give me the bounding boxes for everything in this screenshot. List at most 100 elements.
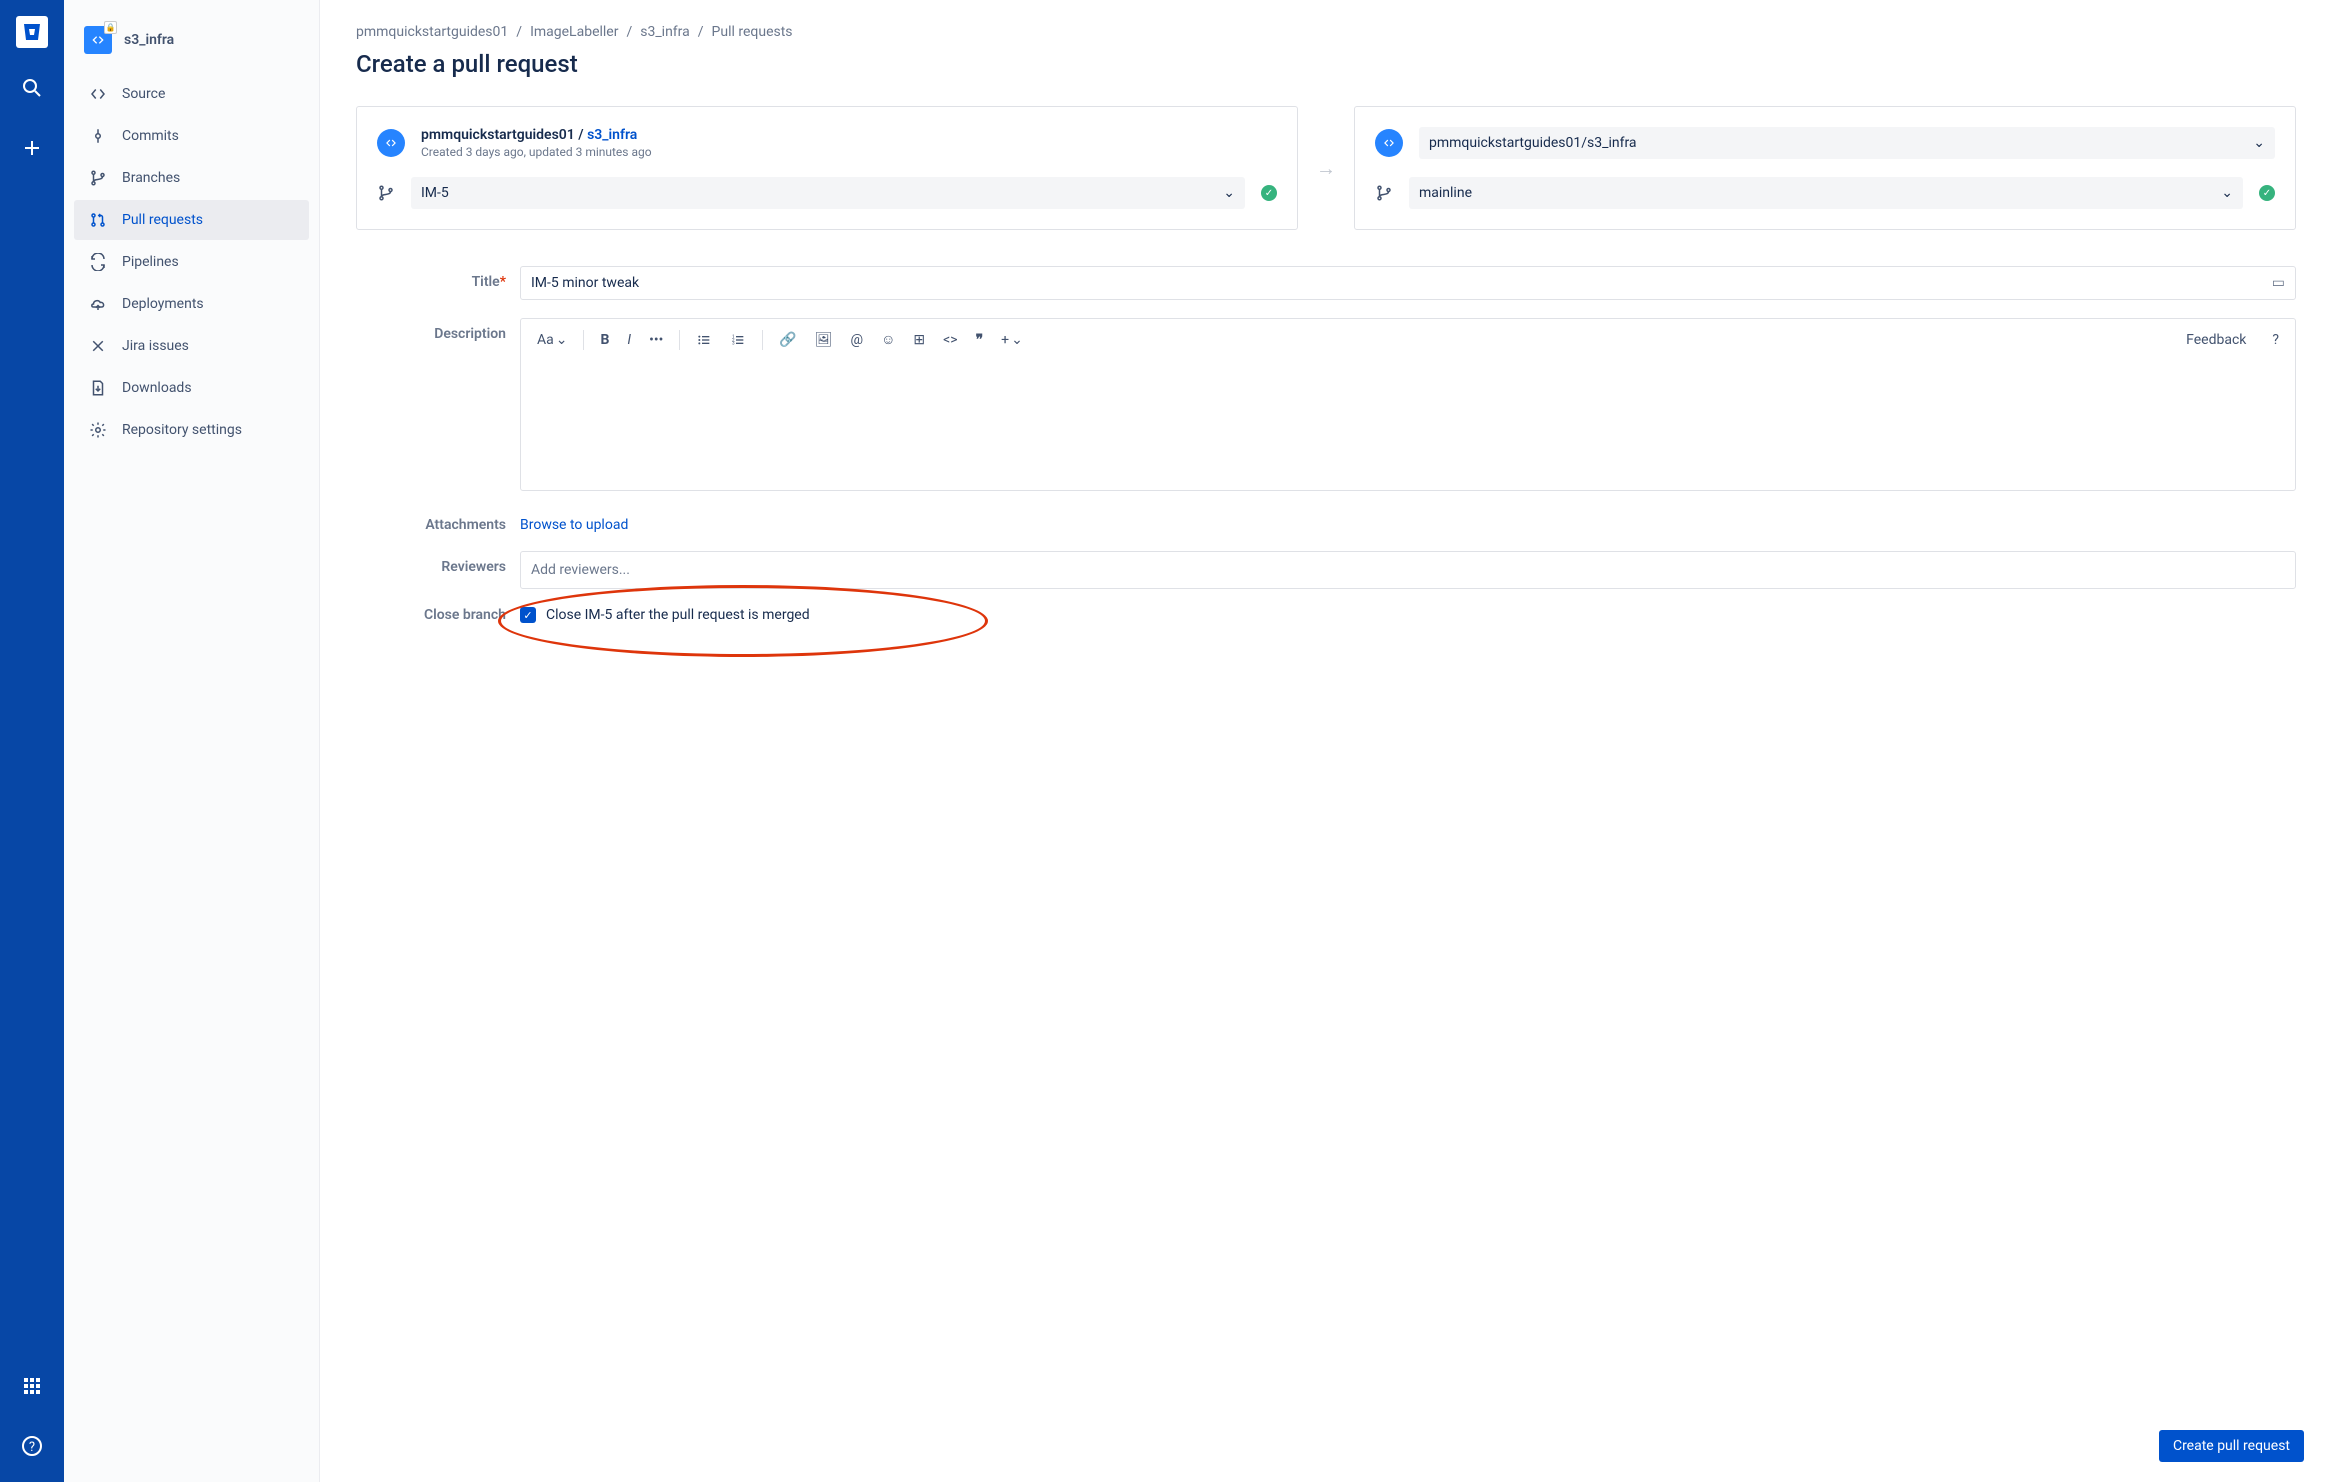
sidebar-item-label: Deployments xyxy=(122,296,204,312)
repo-link[interactable]: s3_infra xyxy=(587,127,637,143)
source-box: pmmquickstartguides01 / s3_infra Created… xyxy=(356,106,1298,230)
feedback-button[interactable]: Feedback xyxy=(2180,328,2252,352)
insert-button[interactable]: + ⌄ xyxy=(995,328,1029,352)
description-label: Description xyxy=(356,318,506,342)
code-icon xyxy=(377,129,405,157)
pull-requests-icon xyxy=(88,210,108,230)
title-input[interactable]: IM-5 minor tweak ▭ xyxy=(520,266,2296,300)
repo-title: s3_infra xyxy=(124,32,174,48)
dest-box: pmmquickstartguides01/s3_infra ⌄ mainlin… xyxy=(1354,106,2296,230)
gear-icon xyxy=(88,420,108,440)
downloads-icon xyxy=(88,378,108,398)
create-icon[interactable] xyxy=(12,128,52,168)
number-list-button[interactable]: 123 xyxy=(724,328,752,352)
status-success-icon: ✓ xyxy=(2259,185,2275,201)
more-formatting-button[interactable]: ••• xyxy=(643,328,669,352)
title-label: Title* xyxy=(356,266,506,290)
italic-button[interactable]: I xyxy=(621,328,637,352)
help-icon[interactable]: ? xyxy=(12,1426,52,1466)
bullet-list-button[interactable] xyxy=(690,328,718,352)
repo-icon: 🔒 xyxy=(84,26,112,54)
sidebar-item-deployments[interactable]: Deployments xyxy=(74,284,309,324)
link-button[interactable]: 🔗 xyxy=(773,328,802,352)
close-branch-checkbox[interactable]: ✓ xyxy=(520,607,536,623)
jira-icon xyxy=(88,336,108,356)
quote-button[interactable]: ❞ xyxy=(970,328,990,352)
dest-repo-select[interactable]: pmmquickstartguides01/s3_infra ⌄ xyxy=(1419,127,2275,159)
chevron-down-icon: ⌄ xyxy=(1223,185,1235,201)
bold-button[interactable]: B xyxy=(594,328,615,352)
chevron-down-icon: ⌄ xyxy=(1011,332,1023,348)
sidebar-item-branches[interactable]: Branches xyxy=(74,158,309,198)
sidebar-item-label: Branches xyxy=(122,170,180,186)
text-style-button[interactable]: Aa ⌄ xyxy=(531,328,573,352)
sidebar-nav: Source Commits Branches Pull requests Pi… xyxy=(74,74,309,450)
status-success-icon: ✓ xyxy=(1261,185,1277,201)
reviewers-label: Reviewers xyxy=(356,551,506,575)
svg-text:?: ? xyxy=(29,1440,35,1455)
sidebar-item-settings[interactable]: Repository settings xyxy=(74,410,309,450)
repo-header[interactable]: 🔒 s3_infra xyxy=(74,20,309,74)
browse-upload-link[interactable]: Browse to upload xyxy=(520,509,628,533)
reviewers-input[interactable]: Add reviewers... xyxy=(520,551,2296,589)
sidebar-item-label: Pull requests xyxy=(122,212,203,228)
lock-icon: 🔒 xyxy=(104,21,117,34)
mention-button[interactable]: @ xyxy=(845,328,870,352)
arrow-right-icon: → xyxy=(1316,156,1336,181)
chevron-down-icon: ⌄ xyxy=(2253,135,2265,151)
source-icon xyxy=(88,84,108,104)
source-repo-name: pmmquickstartguides01 / s3_infra xyxy=(421,127,652,143)
sidebar-item-jira[interactable]: Jira issues xyxy=(74,326,309,366)
contact-icon[interactable]: ▭ xyxy=(2272,275,2285,291)
code-button[interactable]: <> xyxy=(937,328,963,352)
description-editor: Aa ⌄ B I ••• 123 🔗 🖼 @ ☺ ⊞ <> ❞ + xyxy=(520,318,2296,491)
apps-icon[interactable] xyxy=(12,1366,52,1406)
sidebar-item-label: Source xyxy=(122,86,165,102)
description-textarea[interactable] xyxy=(521,360,2295,490)
commits-icon xyxy=(88,126,108,146)
sidebar-item-label: Pipelines xyxy=(122,254,179,270)
source-repo-meta: Created 3 days ago, updated 3 minutes ag… xyxy=(421,145,652,159)
page-title: Create a pull request xyxy=(356,50,2296,78)
branch-icon xyxy=(377,184,395,202)
table-button[interactable]: ⊞ xyxy=(907,328,931,352)
sidebar-item-label: Repository settings xyxy=(122,422,242,438)
code-icon xyxy=(1375,129,1403,157)
breadcrumb-item[interactable]: pmmquickstartguides01 xyxy=(356,24,508,40)
attachments-label: Attachments xyxy=(356,509,506,533)
bitbucket-logo[interactable] xyxy=(16,16,48,48)
close-branch-label: Close branch xyxy=(356,607,506,623)
sidebar-item-pipelines[interactable]: Pipelines xyxy=(74,242,309,282)
main-content: pmmquickstartguides01/ ImageLabeller/ s3… xyxy=(320,0,2332,1482)
branches-icon xyxy=(88,168,108,188)
breadcrumb: pmmquickstartguides01/ ImageLabeller/ s3… xyxy=(356,24,2296,40)
sidebar-item-source[interactable]: Source xyxy=(74,74,309,114)
sidebar-item-pull-requests[interactable]: Pull requests xyxy=(74,200,309,240)
create-pull-request-button[interactable]: Create pull request xyxy=(2159,1430,2304,1462)
dest-branch-select[interactable]: mainline ⌄ xyxy=(1409,177,2243,209)
global-nav: ? xyxy=(0,0,64,1482)
sidebar-item-label: Downloads xyxy=(122,380,192,396)
editor-toolbar: Aa ⌄ B I ••• 123 🔗 🖼 @ ☺ ⊞ <> ❞ + xyxy=(521,319,2295,360)
sidebar-item-label: Commits xyxy=(122,128,179,144)
source-branch-select[interactable]: IM-5 ⌄ xyxy=(411,177,1245,209)
sidebar-item-commits[interactable]: Commits xyxy=(74,116,309,156)
help-button[interactable]: ? xyxy=(2266,328,2285,352)
emoji-button[interactable]: ☺ xyxy=(875,327,901,352)
breadcrumb-item[interactable]: Pull requests xyxy=(712,24,793,40)
close-branch-text: Close IM-5 after the pull request is mer… xyxy=(546,607,810,623)
chevron-down-icon: ⌄ xyxy=(556,332,568,348)
image-button[interactable]: 🖼 xyxy=(809,328,839,352)
sidebar: 🔒 s3_infra Source Commits Branches Pull … xyxy=(64,0,320,1482)
breadcrumb-item[interactable]: ImageLabeller xyxy=(530,24,618,40)
search-icon[interactable] xyxy=(12,68,52,108)
branch-icon xyxy=(1375,184,1393,202)
breadcrumb-item[interactable]: s3_infra xyxy=(640,24,690,40)
svg-text:3: 3 xyxy=(732,340,735,346)
close-branch-row: ✓ Close IM-5 after the pull request is m… xyxy=(520,607,2296,623)
sidebar-item-downloads[interactable]: Downloads xyxy=(74,368,309,408)
chevron-down-icon: ⌄ xyxy=(2221,185,2233,201)
pipelines-icon xyxy=(88,252,108,272)
sidebar-item-label: Jira issues xyxy=(122,338,189,354)
deployments-icon xyxy=(88,294,108,314)
